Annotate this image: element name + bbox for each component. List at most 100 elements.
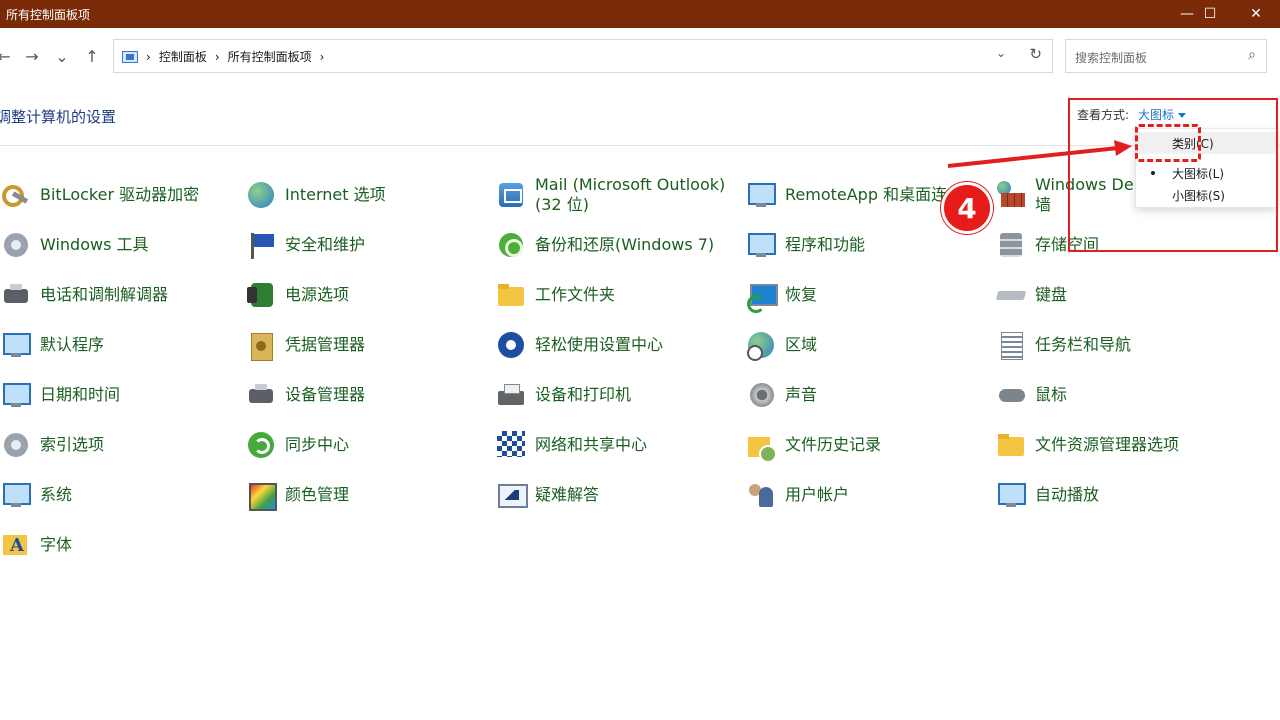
- item-label: 安全和维护: [285, 235, 365, 255]
- item-label-line: 颜色管理: [285, 485, 350, 504]
- search-icon[interactable]: ⌕: [1248, 47, 1256, 63]
- control-panel-item[interactable]: 设备和打印机: [495, 375, 631, 415]
- control-panel-item[interactable]: Windows 工具: [0, 225, 149, 265]
- dark-icon: [245, 379, 277, 411]
- search-input[interactable]: 搜索控制面板 ⌕: [1065, 39, 1267, 73]
- control-panel-item[interactable]: 自动播放: [995, 475, 1099, 515]
- control-panel-item[interactable]: 颜色管理: [245, 475, 349, 515]
- control-panel-item[interactable]: 文件历史记录: [745, 425, 881, 465]
- dark-icon: [0, 279, 32, 311]
- access-icon: [495, 329, 527, 361]
- address-bar[interactable]: › 控制面板 › 所有控制面板项 › ⌄ ↻: [113, 39, 1053, 73]
- item-label: 文件历史记录: [785, 435, 881, 455]
- control-panel-item[interactable]: 文件资源管理器选项: [995, 425, 1179, 465]
- control-panel-item[interactable]: 系统: [0, 475, 72, 515]
- breadcrumb-all-items[interactable]: 所有控制面板项: [228, 48, 312, 65]
- item-label: 程序和功能: [785, 235, 865, 255]
- control-panel-item[interactable]: 索引选项: [0, 425, 104, 465]
- control-panel-item[interactable]: 电话和调制解调器: [0, 275, 168, 315]
- close-button[interactable]: ✕: [1233, 0, 1279, 28]
- control-panel-item[interactable]: 声音: [745, 375, 817, 415]
- control-panel-item[interactable]: 用户帐户: [745, 475, 849, 515]
- annotation-highlight-box: [1068, 98, 1278, 252]
- network-icon: [495, 429, 527, 461]
- item-label: 颜色管理: [285, 485, 349, 505]
- control-panel-item[interactable]: Mail (Microsoft Outlook) (32 位): [495, 175, 725, 215]
- item-label-line: BitLocker 驱动器加密: [40, 185, 200, 204]
- blue-icon: [0, 479, 32, 511]
- restore-icon: [745, 279, 778, 313]
- refresh-icon[interactable]: ↻: [1029, 45, 1042, 63]
- maximize-button[interactable]: ☐: [1187, 0, 1233, 28]
- annotation-dashed-box: [1135, 124, 1201, 162]
- breadcrumb-separator[interactable]: ›: [215, 50, 220, 64]
- control-panel-item[interactable]: RemoteApp 和桌面连: [745, 175, 947, 215]
- item-label-line: 用户帐户: [785, 485, 850, 504]
- item-label: 凭据管理器: [285, 335, 365, 355]
- breadcrumb-control-panel[interactable]: 控制面板: [159, 48, 207, 65]
- item-label-line: 索引选项: [40, 435, 105, 454]
- control-panel-item[interactable]: 安全和维护: [245, 225, 365, 265]
- control-panel-item[interactable]: BitLocker 驱动器加密: [0, 175, 199, 215]
- taskbar-icon: [995, 329, 1027, 361]
- control-panel-item[interactable]: 区域: [745, 325, 817, 365]
- control-panel-item[interactable]: 疑难解答: [495, 475, 599, 515]
- trouble-icon: [495, 479, 528, 511]
- item-label-line: 网络和共享中心: [535, 435, 648, 454]
- blue-icon: [0, 329, 32, 361]
- control-panel-item[interactable]: 程序和功能: [745, 225, 865, 265]
- item-label-line: 备份和还原(Windows 7): [535, 235, 715, 254]
- item-label: 区域: [785, 335, 817, 355]
- power-icon: [245, 279, 277, 311]
- item-label: 电话和调制解调器: [40, 285, 168, 305]
- item-label-line: 自动播放: [1035, 485, 1100, 504]
- control-panel-item[interactable]: 默认程序: [0, 325, 104, 365]
- up-button[interactable]: ↑: [80, 42, 104, 70]
- control-panel-item[interactable]: 工作文件夹: [495, 275, 615, 315]
- item-label: 用户帐户: [785, 485, 849, 505]
- control-panel-item[interactable]: 键盘: [995, 275, 1067, 315]
- item-label-line: 工作文件夹: [535, 285, 616, 304]
- item-label-line: 疑难解答: [535, 485, 600, 504]
- folder-icon: [495, 279, 527, 311]
- page-title: 调整计算机的设置: [0, 108, 117, 126]
- item-label: RemoteApp 和桌面连: [785, 185, 947, 205]
- keyboard-icon: [995, 279, 1027, 311]
- breadcrumb-separator[interactable]: ›: [320, 50, 325, 64]
- control-panel-item[interactable]: 电源选项: [245, 275, 349, 315]
- item-label: 恢复: [785, 285, 817, 305]
- print-icon: [495, 379, 527, 411]
- control-panel-item[interactable]: Internet 选项: [245, 175, 386, 215]
- item-label-line: 文件历史记录: [785, 435, 882, 454]
- breadcrumb-separator[interactable]: ›: [146, 50, 151, 64]
- control-panel-item[interactable]: 轻松使用设置中心: [495, 325, 663, 365]
- control-panel-item[interactable]: 日期和时间: [0, 375, 120, 415]
- item-label-line: 键盘: [1035, 285, 1068, 304]
- back-button[interactable]: ←: [0, 42, 16, 70]
- control-panel-item[interactable]: 字体: [0, 525, 72, 565]
- mouse-icon: [995, 379, 1027, 411]
- item-label-line: 默认程序: [40, 335, 105, 354]
- control-panel-item[interactable]: 恢复: [745, 275, 817, 315]
- control-panel-item[interactable]: 网络和共享中心: [495, 425, 647, 465]
- control-panel-item[interactable]: 鼠标: [995, 375, 1067, 415]
- address-dropdown-icon[interactable]: ⌄: [996, 46, 1006, 60]
- control-panel-icon: [122, 50, 138, 63]
- control-panel-item[interactable]: 同步中心: [245, 425, 349, 465]
- control-panel-item[interactable]: 凭据管理器: [245, 325, 365, 365]
- key-icon: [0, 179, 32, 211]
- cred-icon: [245, 329, 277, 361]
- item-label-line: 声音: [785, 385, 818, 404]
- blue-icon: [745, 179, 777, 211]
- item-label: 日期和时间: [40, 385, 120, 405]
- recent-locations-button[interactable]: ⌄: [50, 42, 74, 70]
- forward-button[interactable]: →: [20, 42, 44, 70]
- control-panel-item[interactable]: 任务栏和导航: [995, 325, 1131, 365]
- item-label: Mail (Microsoft Outlook) (32 位): [535, 175, 725, 215]
- control-panel-item[interactable]: 备份和还原(Windows 7): [495, 225, 714, 265]
- item-label-line: Mail (Microsoft Outlook): [535, 175, 726, 194]
- mail-icon: [495, 179, 527, 211]
- blue-icon: [995, 479, 1027, 511]
- sync-icon: [245, 429, 277, 461]
- control-panel-item[interactable]: 设备管理器: [245, 375, 365, 415]
